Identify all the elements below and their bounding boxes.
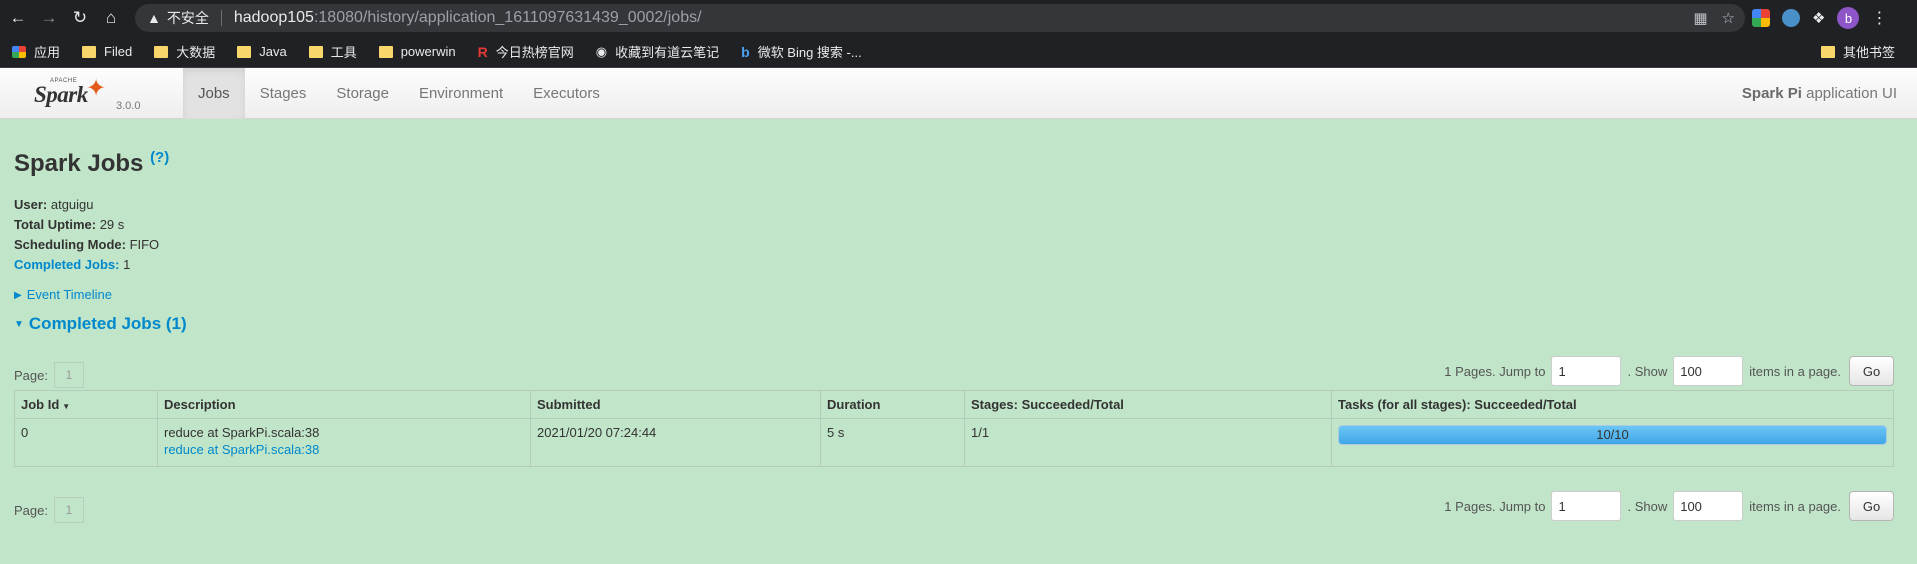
extension-colorful-icon[interactable] (1752, 9, 1770, 27)
page-size-input-bottom[interactable]: 100 (1673, 491, 1744, 521)
forward-icon[interactable]: → (36, 5, 62, 31)
browser-toolbar: ← → ↻ ⌂ ▲ 不安全 hadoop105:18080/history/ap… (0, 0, 1917, 36)
completed-jobs-link[interactable]: Completed Jobs: (14, 257, 119, 272)
warning-icon: ▲ (147, 10, 161, 26)
uptime-value: 29 s (96, 217, 125, 232)
page-title: Spark Jobs (?) (14, 149, 170, 177)
bookmark-other[interactable]: 其他书签 (1820, 42, 1895, 61)
folder-icon (308, 45, 323, 58)
cell-description: reduce at SparkPi.scala:38 reduce at Spa… (157, 418, 531, 467)
reload-icon[interactable]: ↻ (67, 5, 93, 31)
menu-icon[interactable]: ⋮ (1871, 8, 1887, 28)
folder-icon (154, 45, 169, 58)
completed-jobs-toggle[interactable]: ▼ Completed Jobs (1) (14, 314, 187, 334)
address-bar[interactable]: ▲ 不安全 hadoop105:18080/history/applicatio… (135, 4, 1745, 32)
go-button[interactable]: Go (1849, 356, 1894, 386)
bookmark-powerwin[interactable]: powerwin (378, 44, 456, 59)
progress-label: 10/10 (1596, 427, 1629, 442)
spark-version: 3.0.0 (116, 100, 141, 112)
header-submitted[interactable]: Submitted (530, 390, 821, 419)
back-icon[interactable]: ← (5, 5, 31, 31)
page-size-input[interactable]: 100 (1673, 356, 1744, 386)
header-stages[interactable]: Stages: Succeeded/Total (964, 390, 1332, 419)
user-value: atguigu (47, 197, 94, 212)
page-number-button[interactable]: 1 (53, 362, 84, 388)
folder-icon (1820, 45, 1835, 58)
tab-environment[interactable]: Environment (404, 68, 518, 119)
insecure-label: 不安全 (166, 10, 209, 26)
page-number-button-bottom[interactable]: 1 (53, 497, 84, 523)
tasks-progress-bar: 10/10 (1338, 425, 1887, 445)
bookmarks-bar: 应用 Filed 大数据 Java 工具 powerwin R 今日热榜官网 ◉ 收… (0, 36, 1917, 68)
job-summary: User: atguigu Total Uptime: 29 s Schedul… (14, 197, 160, 272)
folder-icon (378, 45, 393, 58)
caret-down-icon: ▼ (14, 319, 24, 331)
apps-grid-icon (12, 45, 26, 58)
folder-icon (82, 45, 97, 58)
app-title: Spark Pi application UI (1741, 85, 1897, 102)
spark-star-icon: ✦ (86, 75, 107, 102)
description-text: reduce at SparkPi.scala:38 (164, 425, 320, 440)
bookmark-filed[interactable]: Filed (82, 44, 132, 59)
header-tasks[interactable]: Tasks (for all stages): Succeeded/Total (1331, 390, 1894, 419)
caret-right-icon: ▶ (14, 290, 22, 302)
cell-stages: 1/1 (964, 418, 1332, 467)
header-duration[interactable]: Duration (820, 390, 965, 419)
bookmark-rebang[interactable]: R 今日热榜官网 (478, 42, 574, 61)
table-header-row: Job Id ▼ Description Submitted Duration S… (14, 390, 1894, 419)
cell-submitted: 2021/01/20 07:24:44 (530, 418, 821, 467)
tab-jobs[interactable]: Jobs (183, 68, 245, 119)
tab-executors[interactable]: Executors (518, 68, 615, 119)
url-path: :18080/history/application_1611097631439… (313, 9, 702, 26)
bing-icon: b (741, 43, 750, 60)
pager-top-controls: Page: 1 1 Pages. Jump to 1 . Show 100 it… (14, 356, 1894, 388)
table-row: 0 reduce at SparkPi.scala:38 reduce at S… (14, 418, 1894, 467)
globe-icon: ◉ (595, 43, 608, 59)
puzzle-icon[interactable]: ❖ (1812, 9, 1825, 27)
extension-circle-icon[interactable] (1782, 9, 1800, 27)
bookmark-java[interactable]: Java (237, 44, 287, 59)
star-icon[interactable]: ☆ (1722, 9, 1735, 27)
help-link[interactable]: (?) (150, 149, 169, 166)
bookmark-apps[interactable]: 应用 (12, 42, 60, 61)
sort-down-icon: ▼ (62, 402, 71, 411)
cell-duration: 5 s (820, 418, 965, 467)
jump-page-input-bottom[interactable]: 1 (1551, 491, 1622, 521)
pager-bottom: Page: 1 1 Pages. Jump to 1 . Show 100 it… (14, 491, 1894, 523)
jump-page-input[interactable]: 1 (1551, 356, 1622, 386)
description-link[interactable]: reduce at SparkPi.scala:38 (164, 442, 524, 457)
cell-job-id: 0 (14, 418, 158, 467)
tab-stages[interactable]: Stages (245, 68, 322, 119)
bookmark-bing[interactable]: b 微软 Bing 搜索 -... (741, 42, 862, 61)
r-logo-icon: R (477, 43, 488, 60)
bookmark-tools[interactable]: 工具 (308, 42, 357, 61)
go-button-bottom[interactable]: Go (1849, 491, 1894, 521)
completed-jobs-table: Job Id ▼ Description Submitted Duration S… (14, 390, 1894, 467)
spark-navbar: APACHE Spark ✦ 3.0.0 Jobs Stages Storage… (0, 68, 1917, 119)
folder-icon (237, 45, 252, 58)
avatar[interactable]: b (1837, 7, 1860, 29)
header-job-id[interactable]: Job Id ▼ (14, 390, 158, 419)
cell-tasks: 10/10 (1331, 418, 1894, 467)
omnibox-divider (220, 10, 222, 26)
header-description[interactable]: Description (157, 390, 531, 419)
bookmark-youdao[interactable]: ◉ 收藏到有道云笔记 (596, 42, 719, 61)
spark-logo[interactable]: APACHE Spark ✦ 3.0.0 (34, 72, 154, 116)
tab-storage[interactable]: Storage (321, 68, 404, 119)
bookmark-bigdata[interactable]: 大数据 (154, 42, 215, 61)
home-icon[interactable]: ⌂ (98, 5, 124, 31)
scheduling-mode-value: FIFO (125, 237, 160, 252)
url-host: hadoop105 (233, 9, 314, 26)
event-timeline-toggle[interactable]: ▶ Event Timeline (14, 287, 112, 302)
translate-icon[interactable]: ▦ (1693, 9, 1707, 27)
completed-jobs-count: 1 (119, 257, 131, 272)
